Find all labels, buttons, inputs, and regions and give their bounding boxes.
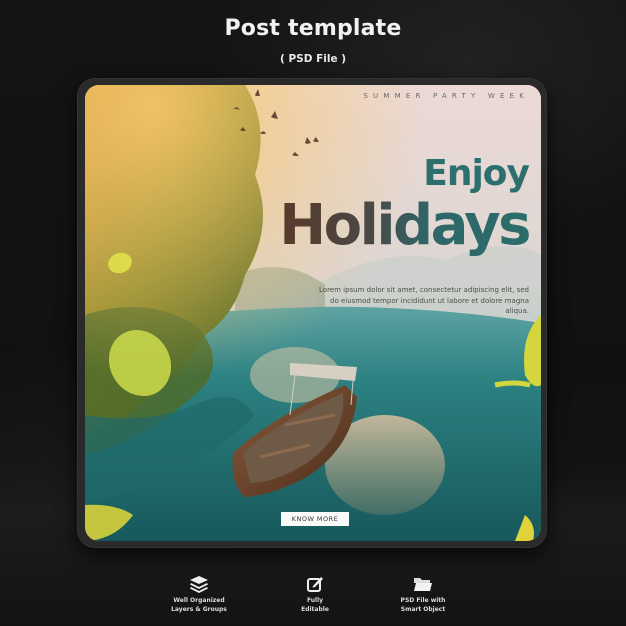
layers-icon	[190, 576, 208, 593]
feature-editable: Fully Editable	[260, 575, 370, 614]
headline-holidays: Holidays	[279, 193, 531, 258]
feature-label: Well Organized Layers & Groups	[171, 597, 227, 613]
feature-label: PSD File with Smart Object	[400, 597, 446, 613]
poster: SUMMER PARTY WEEK Enjoy Holidays Lorem i…	[85, 85, 541, 541]
poster-body-text: Lorem ipsum dolor sit amet, consectetur …	[319, 286, 529, 315]
know-more-button[interactable]: KNOW MORE	[281, 512, 349, 526]
headline-enjoy: Enjoy	[423, 153, 530, 194]
poster-tagline: SUMMER PARTY WEEK	[363, 92, 529, 100]
edit-icon	[307, 577, 323, 592]
feature-label: Fully Editable	[301, 597, 329, 613]
feature-psd: PSD File with Smart Object	[368, 575, 478, 614]
feature-layers: Well Organized Layers & Groups	[144, 575, 254, 614]
page-subtitle: ( PSD File )	[279, 53, 347, 65]
page-title: Post template	[224, 16, 402, 41]
folder-icon	[414, 578, 432, 591]
